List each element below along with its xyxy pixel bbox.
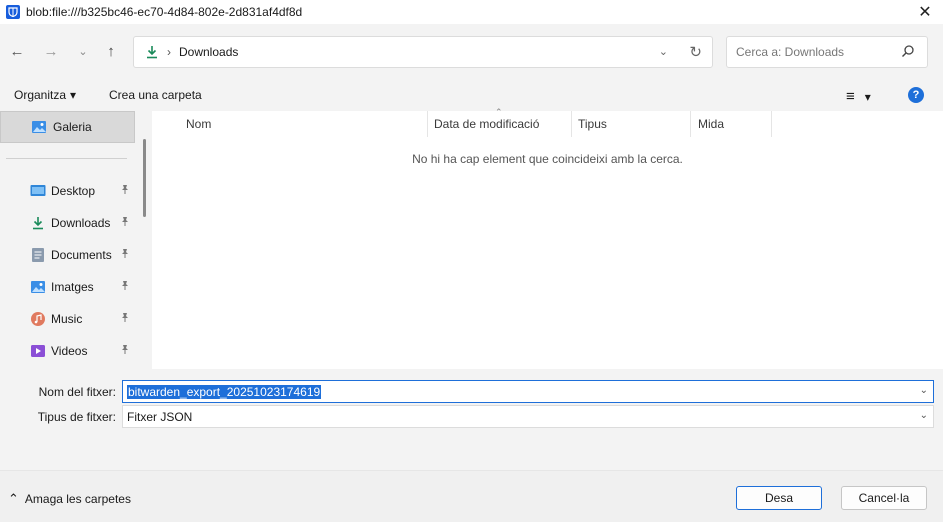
recent-locations-button[interactable]: ⌄: [72, 40, 94, 62]
documents-icon: [30, 247, 46, 263]
videos-icon: [30, 343, 46, 359]
back-button[interactable]: ←: [6, 40, 28, 62]
caret-down-icon: ▾: [70, 88, 77, 102]
chevron-down-icon[interactable]: ⌄: [920, 410, 928, 421]
hide-folders-button[interactable]: ⌃ Amaga les carpetes: [8, 491, 131, 507]
filename-label: Nom del fitxer:: [38, 385, 116, 399]
sidebar-item-documents[interactable]: Documents: [30, 245, 140, 265]
filename-value[interactable]: bitwarden_export_20251023174619: [127, 384, 322, 399]
breadcrumb-chevron: ›: [167, 45, 171, 59]
gallery-icon: [31, 119, 47, 135]
help-icon[interactable]: ?: [908, 87, 924, 103]
search-placeholder: Cerca a: Downloads: [736, 45, 845, 59]
filename-field[interactable]: bitwarden_export_20251023174619 ⌄: [122, 380, 934, 403]
sidebar-item-label: Music: [51, 312, 83, 326]
sidebar-item-label: Desktop: [51, 184, 96, 198]
window-title: blob:file:///b325bc46-ec70-4d84-802e-2d8…: [26, 5, 303, 19]
column-divider[interactable]: [427, 111, 428, 137]
column-divider[interactable]: [571, 111, 572, 137]
empty-results-message: No hi ha cap element que coincideixi amb…: [412, 152, 683, 166]
column-divider[interactable]: [690, 111, 691, 137]
save-button[interactable]: Desa: [736, 486, 822, 510]
navigation-pane: Galeria Desktop Downloads Documents Imat…: [0, 111, 152, 369]
filetype-value: Fitxer JSON: [127, 409, 193, 424]
bitwarden-shield-icon: [6, 5, 20, 19]
sidebar-item-label: Imatges: [51, 280, 94, 294]
organize-label: Organitza: [14, 88, 67, 102]
desktop-icon: [30, 183, 46, 199]
pin-icon: [120, 248, 130, 261]
forward-button[interactable]: →: [40, 40, 62, 62]
column-header-label: Data de modificació: [434, 117, 540, 131]
search-icon[interactable]: [901, 44, 915, 58]
sidebar-item-desktop[interactable]: Desktop: [30, 181, 140, 201]
music-icon: [30, 311, 46, 327]
search-input[interactable]: Cerca a: Downloads: [726, 36, 928, 68]
sidebar-item-label: Downloads: [51, 216, 111, 230]
file-list: Nom ⌃ Data de modificació Tipus Mida No …: [152, 107, 943, 369]
sidebar-item-gallery[interactable]: Galeria: [0, 111, 135, 143]
chevron-down-icon[interactable]: ⌄: [920, 385, 928, 396]
pin-icon: [120, 280, 130, 293]
dialog-footer: ⌃ Amaga les carpetes Desa Cancel·la: [0, 470, 943, 522]
sidebar-item-videos[interactable]: Videos: [30, 341, 140, 361]
address-path[interactable]: Downloads: [179, 45, 238, 59]
pictures-icon: [30, 279, 46, 295]
pin-icon: [120, 312, 130, 325]
downloads-icon: [30, 215, 46, 231]
column-header-date-modified[interactable]: Data de modificació: [434, 111, 571, 137]
new-folder-button[interactable]: Crea una carpeta: [109, 88, 202, 102]
column-header-label: Mida: [698, 117, 725, 131]
column-header-size[interactable]: Mida: [698, 111, 768, 137]
downloads-icon: [144, 44, 160, 60]
sidebar-item-label: Galeria: [53, 120, 92, 134]
sidebar-scrollbar[interactable]: [143, 139, 146, 217]
filetype-label: Tipus de fitxer:: [37, 410, 116, 424]
column-header-label: Nom: [186, 117, 212, 131]
close-button[interactable]: ✕: [907, 0, 943, 24]
filetype-select[interactable]: Fitxer JSON ⌄: [122, 405, 934, 428]
command-bar: Organitza ▾ Crea una carpeta ≡ ▾ ?: [0, 80, 943, 111]
sidebar-item-downloads[interactable]: Downloads: [30, 213, 140, 233]
navigation-bar: ← → ⌄ ↑ › Downloads ⌄ ↻ Cerca a: Downloa…: [0, 24, 943, 80]
sidebar-item-label: Videos: [51, 344, 88, 358]
organize-button[interactable]: Organitza ▾: [14, 88, 76, 102]
caret-down-icon: ▾: [864, 89, 871, 104]
column-divider[interactable]: [771, 111, 772, 137]
title-bar: blob:file:///b325bc46-ec70-4d84-802e-2d8…: [0, 0, 943, 24]
list-view-icon: ≡: [846, 88, 855, 105]
save-form: Nom del fitxer: bitwarden_export_2025102…: [0, 369, 943, 522]
pin-icon: [120, 184, 130, 197]
refresh-button[interactable]: ↻: [689, 43, 702, 61]
address-history-dropdown[interactable]: ⌄: [659, 45, 668, 58]
sidebar-item-pictures[interactable]: Imatges: [30, 277, 140, 297]
hide-folders-label: Amaga les carpetes: [24, 492, 131, 506]
view-options-button[interactable]: ≡ ▾: [846, 88, 871, 105]
sidebar-divider: [6, 158, 127, 159]
pin-icon: [120, 216, 130, 229]
address-bar[interactable]: › Downloads ⌄ ↻: [133, 36, 713, 68]
column-header-label: Tipus: [578, 117, 607, 131]
column-header-type[interactable]: Tipus: [578, 111, 690, 137]
up-button[interactable]: ↑: [100, 40, 122, 62]
cancel-button[interactable]: Cancel·la: [841, 486, 927, 510]
column-header-name[interactable]: Nom: [186, 111, 426, 137]
sidebar-item-label: Documents: [51, 248, 112, 262]
pin-icon: [120, 344, 130, 357]
chevron-up-icon: ⌃: [8, 491, 19, 506]
sidebar-item-music[interactable]: Music: [30, 309, 140, 329]
